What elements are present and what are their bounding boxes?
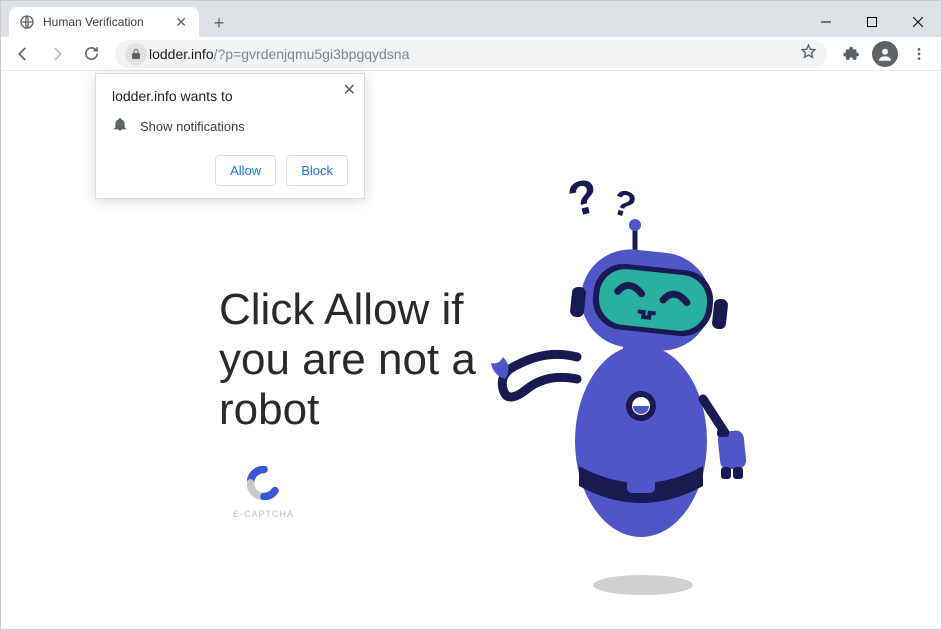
notification-permission-prompt: ✕ lodder.info wants to Show notification… <box>95 73 365 199</box>
captcha-logo-icon <box>247 466 281 500</box>
reload-button[interactable] <box>75 39 107 69</box>
close-tab-icon[interactable]: ✕ <box>173 12 189 33</box>
url-path: /?p=gvrdenjqmu5gi3bpgqydsna <box>214 46 410 62</box>
avatar-icon <box>872 41 898 67</box>
allow-button[interactable]: Allow <box>215 155 276 186</box>
browser-tab[interactable]: Human Verification ✕ <box>9 7 199 37</box>
globe-icon <box>19 14 35 30</box>
address-bar[interactable]: lodder.info/?p=gvrdenjqmu5gi3bpgqydsna <box>115 40 827 68</box>
new-tab-button[interactable]: + <box>205 9 233 37</box>
minimize-button[interactable] <box>803 7 849 37</box>
captcha-label: E-CAPTCHA <box>233 509 294 519</box>
close-window-button[interactable] <box>895 7 941 37</box>
window-titlebar: Human Verification ✕ + <box>1 1 941 37</box>
forward-button[interactable] <box>41 39 73 69</box>
browser-toolbar: lodder.info/?p=gvrdenjqmu5gi3bpgqydsna <box>1 37 941 71</box>
bookmark-star-icon[interactable] <box>800 43 817 65</box>
captcha-badge: E-CAPTCHA <box>233 466 294 519</box>
close-icon[interactable]: ✕ <box>343 80 356 100</box>
robot-illustration: ? ? <box>471 171 781 591</box>
bell-icon <box>112 116 128 137</box>
page-content: ✕ lodder.info wants to Show notification… <box>1 71 941 629</box>
lock-icon[interactable] <box>125 43 147 65</box>
maximize-button[interactable] <box>849 7 895 37</box>
menu-button[interactable] <box>903 39 935 69</box>
url-host: lodder.info <box>149 46 214 62</box>
permission-request-text: Show notifications <box>140 119 245 134</box>
tab-title: Human Verification <box>43 15 173 29</box>
extensions-icon[interactable] <box>835 39 867 69</box>
permission-origin-text: lodder.info wants to <box>112 88 348 104</box>
shadow-ellipse <box>593 575 693 595</box>
profile-button[interactable] <box>869 39 901 69</box>
back-button[interactable] <box>7 39 39 69</box>
block-button[interactable]: Block <box>286 155 348 186</box>
window-controls <box>803 7 941 37</box>
